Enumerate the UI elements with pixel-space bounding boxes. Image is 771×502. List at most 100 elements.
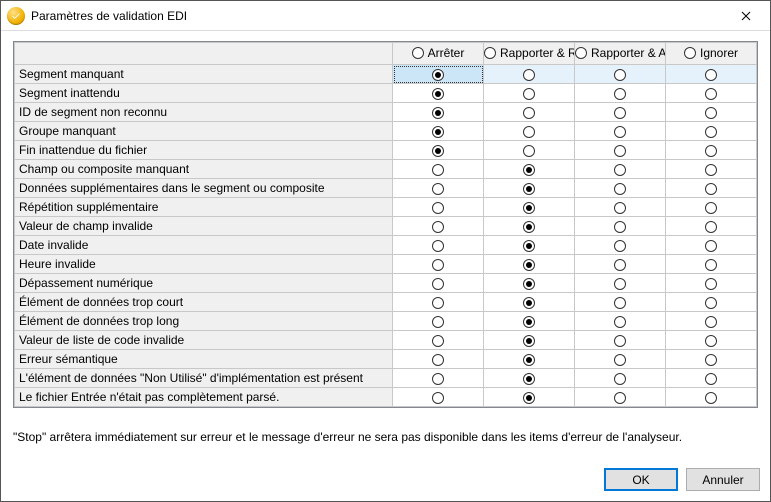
option-radio[interactable] <box>432 202 444 214</box>
option-radio[interactable] <box>705 297 717 309</box>
option-radio[interactable] <box>523 221 535 233</box>
option-radio[interactable] <box>432 107 444 119</box>
option-radio[interactable] <box>432 316 444 328</box>
option-cell-stop[interactable] <box>393 141 484 160</box>
option-cell-report_reject[interactable] <box>484 217 575 236</box>
option-cell-report_reject[interactable] <box>484 141 575 160</box>
option-cell-ignore[interactable] <box>666 350 757 369</box>
option-cell-report_accept[interactable] <box>575 217 666 236</box>
close-button[interactable] <box>726 2 766 30</box>
option-cell-ignore[interactable] <box>666 255 757 274</box>
option-radio[interactable] <box>432 240 444 252</box>
column-header-report_reject[interactable]: Rapporter & Rejeter <box>484 43 575 65</box>
option-cell-report_reject[interactable] <box>484 331 575 350</box>
option-radio[interactable] <box>432 392 444 404</box>
option-radio[interactable] <box>614 392 626 404</box>
option-cell-stop[interactable] <box>393 331 484 350</box>
option-radio[interactable] <box>705 259 717 271</box>
column-select-all-radio[interactable] <box>575 47 587 59</box>
option-radio[interactable] <box>705 335 717 347</box>
option-cell-report_accept[interactable] <box>575 122 666 141</box>
option-radio[interactable] <box>705 202 717 214</box>
option-cell-stop[interactable] <box>393 217 484 236</box>
option-radio[interactable] <box>523 392 535 404</box>
option-cell-ignore[interactable] <box>666 369 757 388</box>
column-select-all-radio[interactable] <box>412 47 424 59</box>
option-radio[interactable] <box>614 297 626 309</box>
option-cell-report_accept[interactable] <box>575 350 666 369</box>
option-cell-report_reject[interactable] <box>484 274 575 293</box>
option-radio[interactable] <box>432 183 444 195</box>
option-radio[interactable] <box>432 164 444 176</box>
option-cell-report_reject[interactable] <box>484 160 575 179</box>
option-cell-ignore[interactable] <box>666 293 757 312</box>
option-cell-report_accept[interactable] <box>575 84 666 103</box>
column-header-stop[interactable]: Arrêter <box>393 43 484 65</box>
option-cell-stop[interactable] <box>393 84 484 103</box>
option-radio[interactable] <box>523 107 535 119</box>
cancel-button[interactable]: Annuler <box>686 468 760 491</box>
option-cell-ignore[interactable] <box>666 122 757 141</box>
option-cell-report_accept[interactable] <box>575 103 666 122</box>
option-radio[interactable] <box>614 221 626 233</box>
option-cell-report_reject[interactable] <box>484 388 575 407</box>
option-cell-ignore[interactable] <box>666 160 757 179</box>
option-cell-stop[interactable] <box>393 350 484 369</box>
option-radio[interactable] <box>614 354 626 366</box>
option-radio[interactable] <box>523 69 535 81</box>
option-cell-stop[interactable] <box>393 160 484 179</box>
option-radio[interactable] <box>432 278 444 290</box>
option-radio[interactable] <box>614 202 626 214</box>
option-radio[interactable] <box>523 183 535 195</box>
option-radio[interactable] <box>705 221 717 233</box>
option-radio[interactable] <box>432 126 444 138</box>
option-cell-stop[interactable] <box>393 179 484 198</box>
option-cell-stop[interactable] <box>393 103 484 122</box>
option-cell-stop[interactable] <box>393 122 484 141</box>
option-radio[interactable] <box>705 107 717 119</box>
option-radio[interactable] <box>614 240 626 252</box>
option-radio[interactable] <box>705 164 717 176</box>
option-radio[interactable] <box>614 373 626 385</box>
option-radio[interactable] <box>614 88 626 100</box>
option-radio[interactable] <box>614 145 626 157</box>
option-radio[interactable] <box>523 240 535 252</box>
option-cell-stop[interactable] <box>393 255 484 274</box>
option-radio[interactable] <box>614 278 626 290</box>
option-radio[interactable] <box>523 373 535 385</box>
ok-button[interactable]: OK <box>604 468 678 491</box>
option-radio[interactable] <box>432 297 444 309</box>
option-cell-stop[interactable] <box>393 198 484 217</box>
column-header-ignore[interactable]: Ignorer <box>666 43 757 65</box>
option-cell-ignore[interactable] <box>666 84 757 103</box>
option-radio[interactable] <box>614 316 626 328</box>
option-radio[interactable] <box>523 126 535 138</box>
option-radio[interactable] <box>523 297 535 309</box>
option-cell-report_accept[interactable] <box>575 312 666 331</box>
option-radio[interactable] <box>432 221 444 233</box>
option-cell-ignore[interactable] <box>666 65 757 84</box>
option-radio[interactable] <box>432 335 444 347</box>
option-cell-report_reject[interactable] <box>484 179 575 198</box>
option-radio[interactable] <box>523 335 535 347</box>
option-cell-report_accept[interactable] <box>575 331 666 350</box>
option-radio[interactable] <box>705 240 717 252</box>
option-cell-ignore[interactable] <box>666 141 757 160</box>
option-cell-report_accept[interactable] <box>575 255 666 274</box>
option-cell-report_reject[interactable] <box>484 312 575 331</box>
option-cell-report_accept[interactable] <box>575 293 666 312</box>
option-cell-report_reject[interactable] <box>484 369 575 388</box>
option-cell-ignore[interactable] <box>666 236 757 255</box>
option-cell-report_accept[interactable] <box>575 274 666 293</box>
option-radio[interactable] <box>523 278 535 290</box>
option-cell-report_accept[interactable] <box>575 388 666 407</box>
option-radio[interactable] <box>614 183 626 195</box>
option-cell-ignore[interactable] <box>666 217 757 236</box>
option-radio[interactable] <box>705 278 717 290</box>
option-cell-report_accept[interactable] <box>575 236 666 255</box>
option-radio[interactable] <box>614 126 626 138</box>
option-radio[interactable] <box>705 316 717 328</box>
column-header-report_accept[interactable]: Rapporter & Accepter <box>575 43 666 65</box>
option-cell-stop[interactable] <box>393 274 484 293</box>
option-radio[interactable] <box>432 88 444 100</box>
